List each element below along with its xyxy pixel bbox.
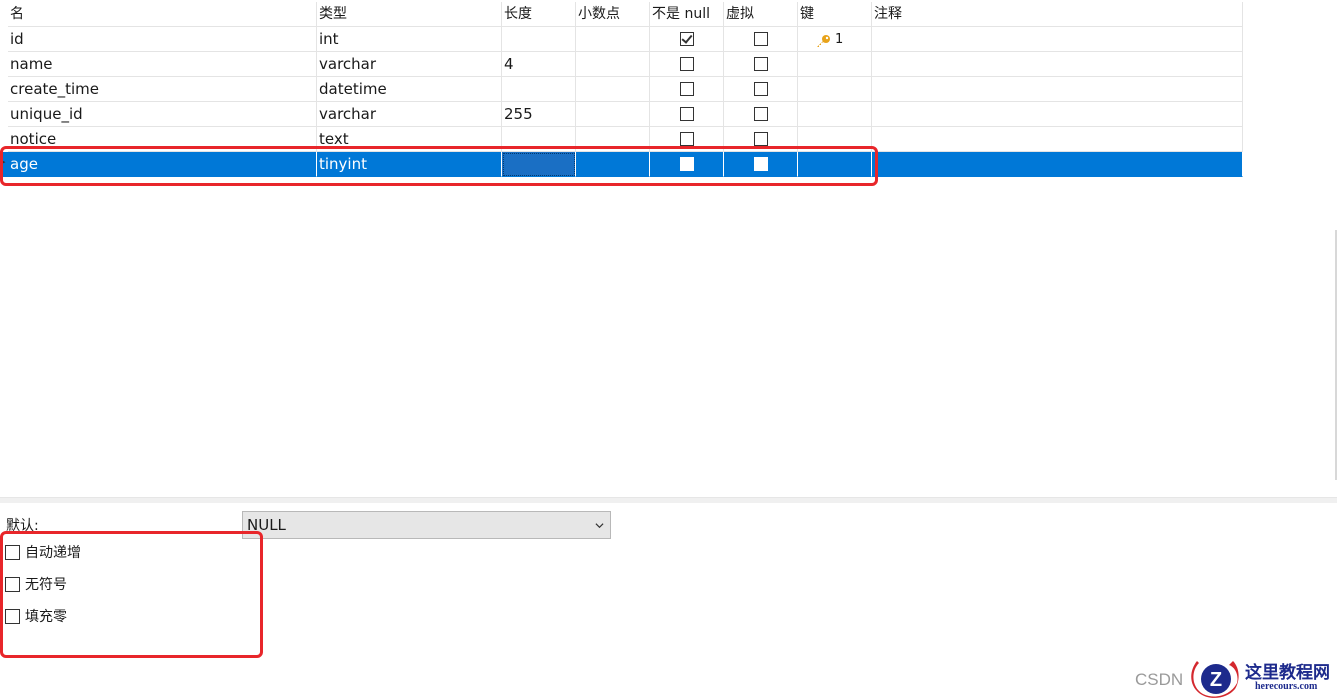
column-header-type[interactable]: 类型 (317, 2, 502, 27)
column-header-name[interactable]: 名 (8, 2, 317, 27)
virtual-cell[interactable] (724, 52, 798, 77)
column-header-comment[interactable]: 注释 (872, 2, 1243, 27)
column-header-virtual[interactable]: 虚拟 (724, 2, 798, 27)
field-name-cell[interactable]: name (8, 52, 317, 77)
not-null-checkbox[interactable] (679, 57, 694, 71)
column-header-not-null[interactable]: 不是 null (650, 2, 724, 27)
virtual-checkbox[interactable] (753, 132, 768, 146)
column-header-key[interactable]: 键 (798, 2, 872, 27)
chevron-down-icon (595, 523, 604, 529)
field-row-name[interactable]: name varchar 4 (0, 52, 1243, 77)
field-decimals-cell[interactable] (576, 102, 650, 127)
field-comment-cell[interactable] (872, 127, 1243, 152)
field-key-cell[interactable]: 1 (798, 27, 872, 52)
brand-name: 这里教程网 (1245, 663, 1330, 683)
field-row-create_time[interactable]: create_time datetime (0, 77, 1243, 102)
grid-header: 名 类型 长度 小数点 不是 null 虚拟 键 注释 (0, 2, 1243, 27)
primary-key-icon (817, 35, 830, 47)
highlight-frame-row (0, 146, 878, 186)
field-comment-cell[interactable] (872, 102, 1243, 127)
csdn-watermark: CSDN (1135, 670, 1184, 689)
not-null-cell[interactable] (650, 27, 724, 52)
field-length-cell[interactable] (502, 27, 576, 52)
field-comment-cell[interactable] (872, 27, 1243, 52)
brand-logo-icon: Z (1191, 661, 1239, 698)
field-decimals-cell[interactable] (576, 52, 650, 77)
field-key-cell[interactable] (798, 77, 872, 102)
not-null-checkbox[interactable] (679, 82, 694, 96)
virtual-checkbox[interactable] (753, 32, 768, 46)
field-type-cell[interactable]: varchar (317, 102, 502, 127)
column-header-length[interactable]: 长度 (502, 2, 576, 27)
field-length-cell[interactable]: 255 (502, 102, 576, 127)
field-comment-cell[interactable] (872, 77, 1243, 102)
virtual-cell[interactable] (724, 102, 798, 127)
virtual-cell[interactable] (724, 77, 798, 102)
pane-splitter[interactable] (0, 497, 1337, 503)
field-row-unique_id[interactable]: unique_id varchar 255 (0, 102, 1243, 127)
field-type-cell[interactable]: int (317, 27, 502, 52)
field-comment-cell[interactable] (872, 152, 1243, 177)
field-type-cell[interactable]: varchar (317, 52, 502, 77)
field-decimals-cell[interactable] (576, 27, 650, 52)
not-null-cell[interactable] (650, 52, 724, 77)
field-length-cell[interactable]: 4 (502, 52, 576, 77)
not-null-cell[interactable] (650, 102, 724, 127)
field-length-cell[interactable] (502, 77, 576, 102)
primary-key-order: 1 (835, 32, 844, 47)
field-name-cell[interactable]: unique_id (8, 102, 317, 127)
not-null-cell[interactable] (650, 77, 724, 102)
field-decimals-cell[interactable] (576, 77, 650, 102)
field-row-id[interactable]: id int 1 (0, 27, 1243, 52)
brand-url: herecours.com (1255, 681, 1318, 692)
not-null-checkbox[interactable] (679, 107, 694, 121)
field-key-cell[interactable] (798, 52, 872, 77)
highlight-frame-options (0, 531, 263, 658)
virtual-cell[interactable] (724, 27, 798, 52)
default-select[interactable]: NULL (242, 511, 611, 539)
virtual-checkbox[interactable] (753, 57, 768, 71)
virtual-checkbox[interactable] (753, 82, 768, 96)
field-type-cell[interactable]: datetime (317, 77, 502, 102)
field-name-cell[interactable]: id (8, 27, 317, 52)
field-key-cell[interactable] (798, 102, 872, 127)
virtual-checkbox[interactable] (753, 107, 768, 121)
field-comment-cell[interactable] (872, 52, 1243, 77)
field-name-cell[interactable]: create_time (8, 77, 317, 102)
column-header-decimals[interactable]: 小数点 (576, 2, 650, 27)
svg-text:Z: Z (1210, 669, 1222, 691)
not-null-checkbox[interactable] (679, 132, 694, 146)
not-null-checkbox[interactable] (679, 32, 694, 46)
table-designer: 名 类型 长度 小数点 不是 null 虚拟 键 注释 id int 1 name va… (0, 0, 1337, 699)
